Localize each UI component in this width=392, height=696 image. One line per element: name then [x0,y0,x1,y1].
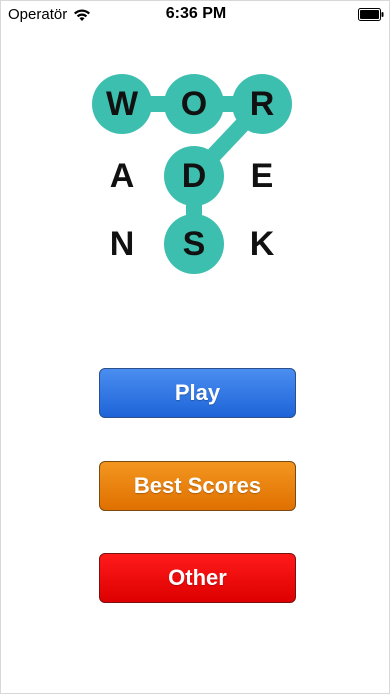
logo-letter-e: E [250,156,274,195]
logo-letter-n: N [109,224,135,263]
logo-letter-r: R [249,84,275,123]
logo-letter-o: O [180,84,208,123]
play-button[interactable]: Play [99,368,296,418]
logo-letter-w: W [105,84,139,123]
logo-letter-a: A [109,156,135,195]
logo-letter-d: D [181,156,207,195]
other-button[interactable]: Other [99,553,296,603]
word-grid-logo: W O R A D E N S K [0,0,392,320]
logo-letter-k: K [249,224,275,263]
logo-letter-s: S [182,224,206,263]
best-scores-button[interactable]: Best Scores [99,461,296,511]
